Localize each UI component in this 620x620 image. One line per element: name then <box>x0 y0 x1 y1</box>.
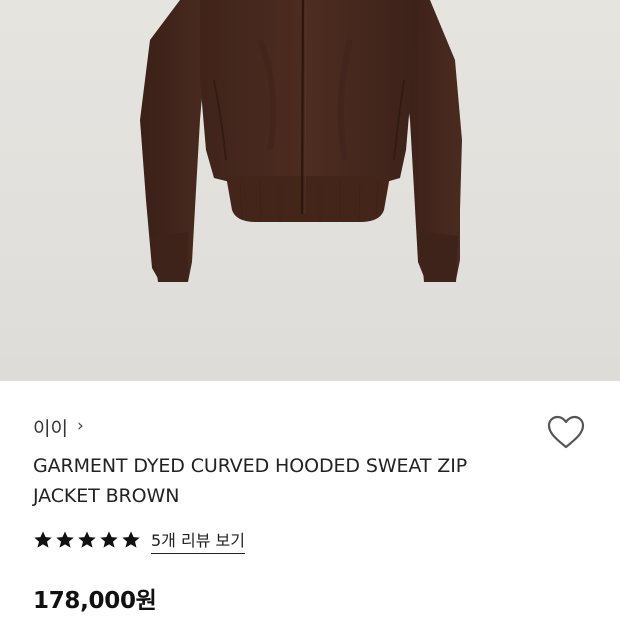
star-icon <box>34 531 52 548</box>
brand-link[interactable]: 이이 › <box>33 414 84 440</box>
review-link[interactable]: 5개 리뷰 보기 <box>151 527 245 554</box>
jacket-illustration <box>140 0 462 282</box>
right-cuff <box>420 232 458 282</box>
left-cuff <box>152 232 188 282</box>
product-info: 이이 › GARMENT DYED CURVED HOODED SWEAT ZI… <box>0 381 620 620</box>
wishlist-button[interactable] <box>546 413 586 451</box>
star-icon <box>122 531 140 548</box>
product-page: 이이 › GARMENT DYED CURVED HOODED SWEAT ZI… <box>0 0 620 620</box>
product-price: 178,000원 <box>33 588 157 614</box>
jacket-hem <box>226 176 390 222</box>
product-image[interactable] <box>0 0 620 381</box>
jacket-body <box>200 0 420 182</box>
rating-row: 5개 리뷰 보기 <box>33 526 245 554</box>
zipper <box>300 0 305 215</box>
star-icon <box>78 531 96 548</box>
brand-name: 이이 <box>33 417 68 440</box>
chevron-right-icon: › <box>76 416 84 436</box>
product-title: GARMENT DYED CURVED HOODED SWEAT ZIP JAC… <box>33 455 468 507</box>
star-icon <box>100 531 118 548</box>
star-icon <box>56 531 74 548</box>
heart-outline-icon <box>547 415 585 449</box>
rating-stars <box>33 530 141 550</box>
